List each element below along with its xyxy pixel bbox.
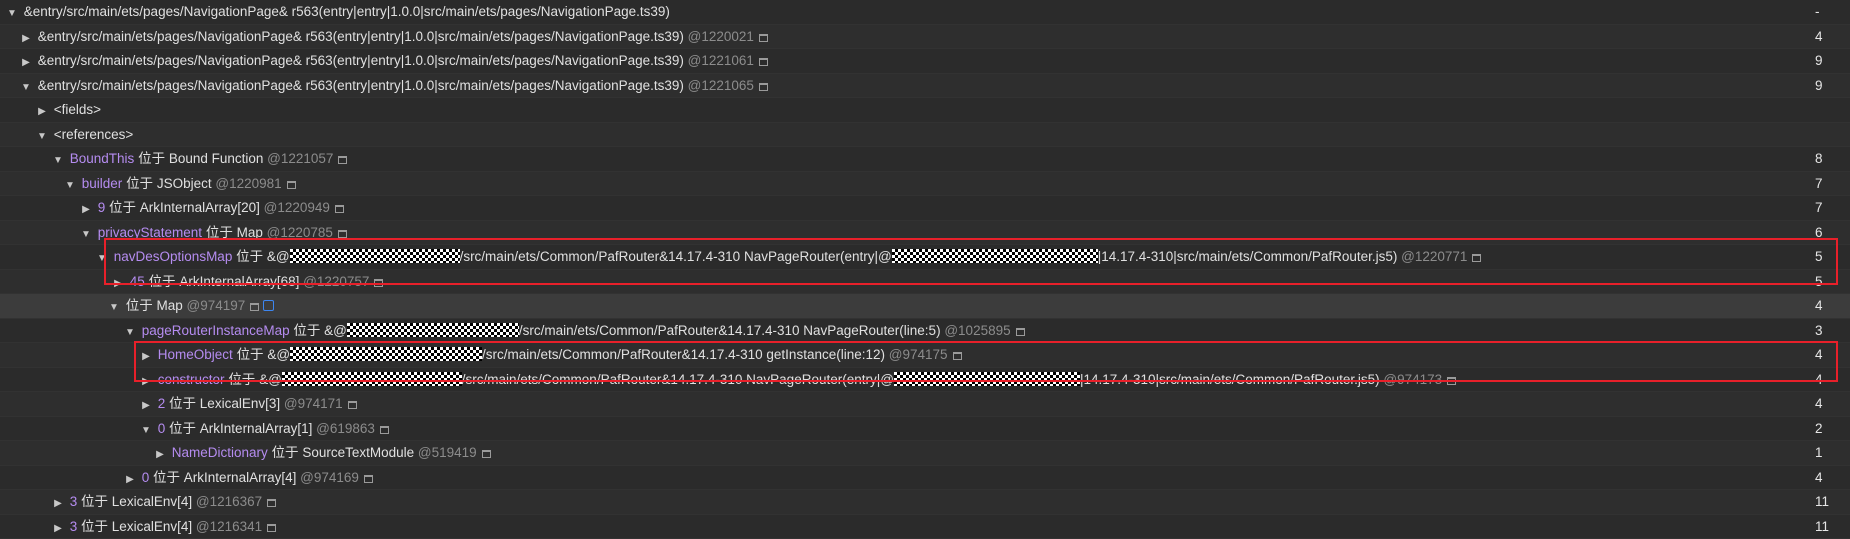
copy-icon[interactable] — [338, 230, 347, 238]
redacted-mask — [892, 249, 1098, 263]
copy-icon[interactable] — [1472, 254, 1481, 262]
tree-row[interactable]: ▼ navDesOptionsMap 位于 &@/src/main/ets/Co… — [0, 245, 1850, 270]
tree-row[interactable]: ▼ &entry/src/main/ets/pages/NavigationPa… — [0, 74, 1850, 99]
copy-icon[interactable] — [267, 499, 276, 507]
tree-row-selected[interactable]: ▼ 位于 Map @974197 4 — [0, 294, 1850, 319]
chevron-down-icon[interactable]: ▼ — [106, 296, 122, 319]
tree-row[interactable]: ▶ HomeObject 位于 &@/src/main/ets/Common/P… — [0, 343, 1850, 368]
redacted-mask — [347, 323, 519, 337]
copy-icon[interactable] — [380, 426, 389, 434]
redacted-mask — [282, 372, 462, 386]
chevron-down-icon[interactable]: ▼ — [138, 419, 154, 442]
chevron-right-icon[interactable]: ▶ — [122, 468, 138, 491]
chevron-down-icon[interactable]: ▼ — [94, 247, 110, 270]
copy-icon[interactable] — [287, 181, 296, 189]
chevron-right-icon[interactable]: ▶ — [138, 345, 154, 368]
tree-row[interactable]: ▶ &entry/src/main/ets/pages/NavigationPa… — [0, 49, 1850, 74]
tree-row[interactable]: ▼ BoundThis 位于 Bound Function @1221057 8 — [0, 147, 1850, 172]
chevron-right-icon[interactable]: ▶ — [18, 51, 34, 74]
tree-row[interactable]: ▼ <references> — [0, 123, 1850, 148]
tree-row[interactable]: ▶ 3 位于 LexicalEnv[4] @1216341 11 — [0, 515, 1850, 539]
tree-row[interactable]: ▶ 2 位于 LexicalEnv[3] @974171 4 — [0, 392, 1850, 417]
chevron-right-icon[interactable]: ▶ — [138, 370, 154, 393]
copy-icon[interactable] — [759, 83, 768, 91]
chevron-right-icon[interactable]: ▶ — [110, 272, 126, 295]
copy-icon[interactable] — [482, 450, 491, 458]
copy-icon[interactable] — [267, 524, 276, 532]
tree-row[interactable]: ▼ pageRouterInstanceMap 位于 &@/src/main/e… — [0, 319, 1850, 344]
tree-row[interactable]: ▶ &entry/src/main/ets/pages/NavigationPa… — [0, 25, 1850, 50]
chevron-right-icon[interactable]: ▶ — [50, 492, 66, 515]
link-icon[interactable] — [263, 300, 274, 311]
copy-icon[interactable] — [953, 352, 962, 360]
tree-row[interactable]: ▶ NameDictionary 位于 SourceTextModule @51… — [0, 441, 1850, 466]
chevron-down-icon[interactable]: ▼ — [78, 223, 94, 246]
tree-row[interactable]: ▼ &entry/src/main/ets/pages/NavigationPa… — [0, 0, 1850, 25]
chevron-down-icon[interactable]: ▼ — [50, 149, 66, 172]
tree-row[interactable]: ▶ 3 位于 LexicalEnv[4] @1216367 11 — [0, 490, 1850, 515]
redacted-mask — [290, 347, 482, 361]
chevron-right-icon[interactable]: ▶ — [50, 517, 66, 539]
copy-icon[interactable] — [250, 303, 259, 311]
tree-row[interactable]: ▶ 45 位于 ArkInternalArray[68] @1220757 5 — [0, 270, 1850, 295]
chevron-down-icon[interactable]: ▼ — [34, 125, 50, 148]
chevron-down-icon[interactable]: ▼ — [4, 2, 20, 25]
copy-icon[interactable] — [1016, 328, 1025, 336]
chevron-right-icon[interactable]: ▶ — [18, 27, 34, 50]
redacted-mask — [894, 372, 1080, 386]
copy-icon[interactable] — [1447, 377, 1456, 385]
copy-icon[interactable] — [338, 156, 347, 164]
copy-icon[interactable] — [759, 58, 768, 66]
chevron-right-icon[interactable]: ▶ — [78, 198, 94, 221]
copy-icon[interactable] — [374, 279, 383, 287]
tree-row[interactable]: ▶ 9 位于 ArkInternalArray[20] @1220949 7 — [0, 196, 1850, 221]
copy-icon[interactable] — [759, 34, 768, 42]
tree-row[interactable]: ▼ privacyStatement 位于 Map @1220785 6 — [0, 221, 1850, 246]
tree-row[interactable]: ▼ builder 位于 JSObject @1220981 7 — [0, 172, 1850, 197]
chevron-down-icon[interactable]: ▼ — [122, 321, 138, 344]
copy-icon[interactable] — [335, 205, 344, 213]
chevron-down-icon[interactable]: ▼ — [18, 76, 34, 99]
heap-reference-tree: ▼ &entry/src/main/ets/pages/NavigationPa… — [0, 0, 1850, 539]
copy-icon[interactable] — [364, 475, 373, 483]
chevron-right-icon[interactable]: ▶ — [138, 394, 154, 417]
chevron-down-icon[interactable]: ▼ — [62, 174, 78, 197]
redacted-mask — [290, 249, 460, 263]
chevron-right-icon[interactable]: ▶ — [152, 443, 168, 466]
tree-row[interactable]: ▶ 0 位于 ArkInternalArray[4] @974169 4 — [0, 466, 1850, 491]
tree-row[interactable]: ▶ <fields> — [0, 98, 1850, 123]
chevron-right-icon[interactable]: ▶ — [34, 100, 50, 123]
tree-row[interactable]: ▶ constructor 位于 &@/src/main/ets/Common/… — [0, 368, 1850, 393]
copy-icon[interactable] — [348, 401, 357, 409]
tree-row[interactable]: ▼ 0 位于 ArkInternalArray[1] @619863 2 — [0, 417, 1850, 442]
